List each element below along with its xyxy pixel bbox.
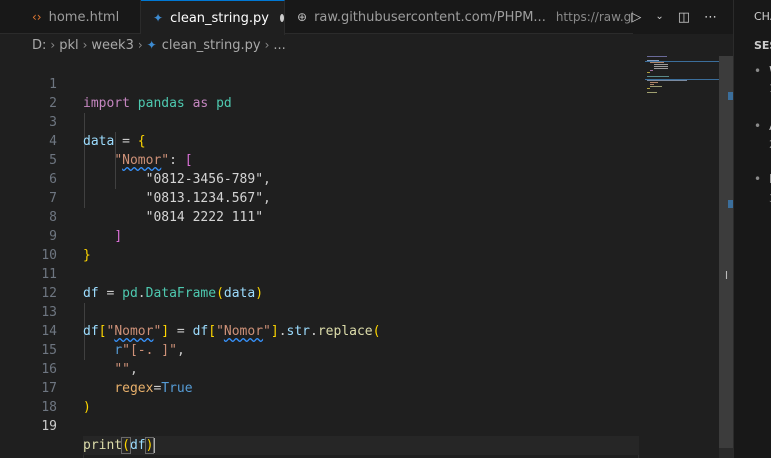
breadcrumb-item[interactable]: clean_string.py [162,38,261,53]
code-editor[interactable]: 1 import pandas as pd 2 3 data = { 4 "No… [0,56,733,458]
breadcrumb-item[interactable]: D: [32,38,46,53]
chevron-right-icon: › [137,38,143,52]
unsaved-dot-icon[interactable] [279,14,284,22]
vertical-scrollbar[interactable] [719,56,733,458]
tab-description: https://raw.githubus [555,10,633,24]
breadcrumb-item[interactable]: week3 [91,38,133,53]
section-title: SES [754,39,771,52]
tab-label: clean_string.py [170,10,269,26]
chevron-right-icon: › [50,38,56,52]
split-editor-icon[interactable]: ◫ [678,11,690,24]
code-line: 6 "0813.1234.567", [0,151,640,206]
html-icon: ‹› [32,10,42,24]
breadcrumb-item[interactable]: pkl [59,38,78,53]
code-line: 18 [0,379,640,415]
code-line: 14 r"[-. ]", [0,303,640,358]
panel-title: CHA [754,10,771,23]
code-line: 8 ] [0,189,640,244]
python-icon: ✦ [153,11,164,25]
code-line: 11 df = pd.DataFrame(data) [0,246,640,301]
code-line: 15 "", [0,322,640,377]
tab-label: raw.githubusercontent.com/PHPM... [314,9,546,25]
code-line: 2 [0,75,640,111]
more-actions-icon[interactable]: ⋯ [704,11,717,24]
code-line: 1 import pandas as pd [0,56,640,111]
scrollbar-thumb[interactable] [719,56,733,448]
code-line: 4 "Nomor": [ [0,113,640,168]
session-item[interactable]: •E [754,172,771,186]
editor-actions: ▷ ⌄ ◫ ⋯ [631,0,733,34]
chevron-right-icon: › [82,38,88,52]
minimap[interactable] [645,54,720,94]
run-icon[interactable]: ▷ [631,11,641,24]
tab-raw-github[interactable]: ⊕ raw.githubusercontent.com/PHPM... http… [285,0,633,34]
chevron-right-icon: › [264,38,270,52]
python-icon: ✦ [146,38,157,52]
chat-panel: CHA SES •W 1 •A 2 •E 3 [733,0,771,458]
session-item[interactable]: •A [754,119,771,133]
globe-icon: ⊕ [297,10,308,24]
session-item[interactable]: •W [754,64,771,78]
chevron-down-icon[interactable]: ⌄ [655,12,663,22]
code-line: 13 df["Nomor"] = df["Nomor"].str.replace… [0,284,640,339]
code-line: 17 ) [0,360,640,415]
breadcrumb-item[interactable]: ... [273,38,285,53]
code-line: 5 "0812-3456-789", [0,132,640,187]
tab-home-html[interactable]: ‹› home.html [0,0,141,34]
code-line: 16 regex=True [0,341,640,396]
code-line: 19 print(df) [0,398,640,455]
code-line: 12 [0,265,640,301]
code-line: 7 "0814 2222 111" [0,170,640,225]
code-line: 3 data = { [0,94,640,149]
code-line: 10 [0,227,640,263]
text-cursor-marker-icon: Ⅰ [724,269,729,282]
breadcrumb: D: › pkl › week3 › ✦ clean_string.py › .… [0,34,733,56]
line-number: 19 [41,419,57,434]
tab-clean-string-py[interactable]: ✦ clean_string.py [141,0,285,35]
tab-label: home.html [48,9,120,25]
code-line: 9 } [0,208,640,263]
tab-bar: ‹› home.html ✦ clean_string.py ⊕ raw.git… [0,0,733,35]
